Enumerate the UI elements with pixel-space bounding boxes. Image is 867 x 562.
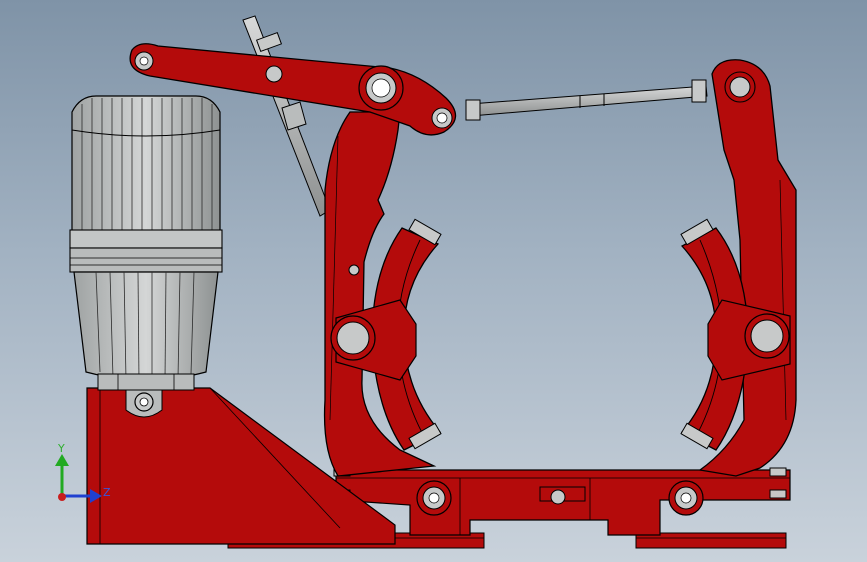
tie-rod: [465, 79, 708, 121]
triad-y-arrow-icon: [55, 454, 69, 466]
push-rod: [242, 15, 331, 217]
triad-x-origin-icon: [58, 493, 66, 501]
graphics-viewport[interactable]: Y Z: [0, 0, 867, 562]
brake-assembly-model[interactable]: [0, 0, 867, 562]
lever-mid-pin: [265, 65, 283, 83]
triad-y-label: Y: [58, 442, 65, 455]
bottom-center-pin: [550, 489, 566, 505]
triad-z-label: Z: [103, 486, 111, 499]
hydraulic-thruster: [69, 95, 223, 391]
